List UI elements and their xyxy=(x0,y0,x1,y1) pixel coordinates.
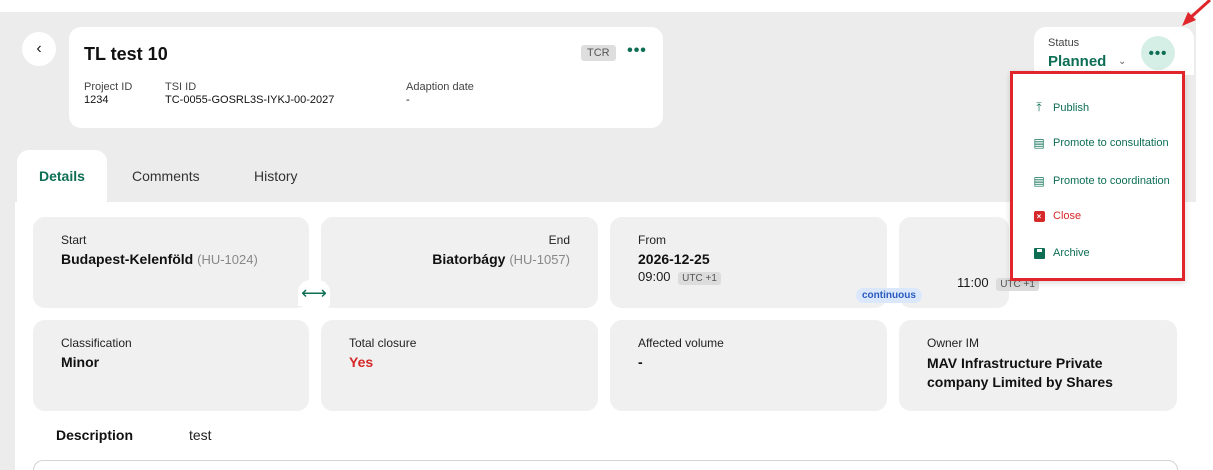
chevron-left-icon: ‹ xyxy=(36,40,42,57)
classification-value: Minor xyxy=(61,354,100,370)
start-value: Budapest-Kelenföld (HU-1024) xyxy=(61,251,281,267)
end-value: Biatorbágy (HU-1057) xyxy=(349,251,570,267)
menu-item-label: Close xyxy=(1053,210,1082,222)
menu-item-archive[interactable]: Archive xyxy=(1033,247,1090,259)
end-label: End xyxy=(548,233,570,247)
route-arrow-icon: ⟷ xyxy=(298,280,330,306)
start-code: (HU-1024) xyxy=(197,252,258,267)
total-closure-value: Yes xyxy=(349,354,374,370)
from-time-row: 09:00 UTC +1 xyxy=(638,269,859,285)
start-label: Start xyxy=(61,233,87,247)
menu-item-label: Publish xyxy=(1053,101,1090,114)
description-value: test xyxy=(189,427,212,443)
from-time: 09:00 xyxy=(638,269,671,284)
project-id-value: 1234 xyxy=(84,94,109,106)
affected-volume-card: Affected volume - xyxy=(610,320,887,411)
tsi-id-value: TC-0055-GOSRL3S-IYKJ-00-2027 xyxy=(165,94,335,106)
adaption-date-field: Adaption date - xyxy=(406,81,474,107)
from-date: 2026-12-25 xyxy=(638,251,710,267)
tab-history[interactable]: History xyxy=(232,150,320,202)
adaption-date-value: - xyxy=(406,94,410,106)
menu-item-close[interactable]: × Close xyxy=(1033,210,1081,222)
annotation-arrow-icon xyxy=(1182,0,1212,26)
project-id-label: Project ID xyxy=(84,81,133,93)
description-box xyxy=(33,460,1178,470)
chevron-down-icon[interactable]: ⌄ xyxy=(1118,56,1126,67)
document-icon: ▤ xyxy=(1033,136,1045,150)
status-more-button[interactable]: ••• xyxy=(1141,36,1175,70)
menu-item-promote-coordination[interactable]: ▤ Promote to coordination xyxy=(1033,174,1170,188)
page-title: TL test 10 xyxy=(84,44,168,64)
menu-item-label: Promote to consultation xyxy=(1053,137,1169,149)
description-label: Description xyxy=(56,427,134,443)
tsi-id-field: TSI ID TC-0055-GOSRL3S-IYKJ-00-2027 xyxy=(165,81,334,107)
to-time: 11:00 xyxy=(957,275,989,290)
end-card: End Biatorbágy (HU-1057) xyxy=(321,217,598,308)
header-card: TL test 10 TCR ••• Project ID 1234 TSI I… xyxy=(69,27,663,128)
adaption-date-label: Adaption date xyxy=(406,81,474,93)
header-more-button[interactable]: ••• xyxy=(625,39,649,63)
classification-label: Classification xyxy=(61,336,132,350)
menu-item-label: Archive xyxy=(1053,247,1090,259)
archive-icon xyxy=(1033,247,1045,259)
menu-item-promote-consultation[interactable]: ▤ Promote to consultation xyxy=(1033,136,1169,150)
end-station: Biatorbágy xyxy=(432,251,506,267)
continuous-badge: continuous xyxy=(856,288,922,303)
total-closure-label: Total closure xyxy=(349,336,417,350)
from-timezone-badge: UTC +1 xyxy=(678,272,721,285)
document-icon: ▤ xyxy=(1033,174,1045,188)
affected-volume-value: - xyxy=(638,354,643,370)
start-card: Start Budapest-Kelenföld (HU-1024) xyxy=(33,217,309,308)
start-station: Budapest-Kelenföld xyxy=(61,251,194,267)
status-value[interactable]: Planned xyxy=(1048,53,1106,70)
menu-item-label: Promote to coordination xyxy=(1053,175,1170,187)
end-code: (HU-1057) xyxy=(509,252,570,267)
owner-im-card: Owner IM MAV Infrastructure Private comp… xyxy=(899,320,1177,411)
upload-icon: ⤒ xyxy=(1036,100,1042,114)
tcr-badge: TCR xyxy=(581,45,616,61)
status-label: Status xyxy=(1048,37,1080,49)
menu-item-publish[interactable]: ⤒ Publish xyxy=(1033,100,1089,115)
owner-im-value: MAV Infrastructure Private company Limit… xyxy=(927,355,1113,390)
status-actions-menu: ⤒ Publish ▤ Promote to consultation ▤ Pr… xyxy=(1010,71,1185,281)
back-button[interactable]: ‹ xyxy=(22,32,56,66)
from-label: From xyxy=(638,233,666,247)
from-card: From 2026-12-25 09:00 UTC +1 xyxy=(610,217,887,308)
classification-card: Classification Minor xyxy=(33,320,309,411)
tab-details[interactable]: Details xyxy=(17,150,107,202)
total-closure-card: Total closure Yes xyxy=(321,320,598,411)
owner-im-label: Owner IM xyxy=(927,336,980,350)
affected-volume-label: Affected volume xyxy=(638,336,724,350)
close-icon: × xyxy=(1033,210,1045,222)
tab-comments[interactable]: Comments xyxy=(110,150,222,202)
project-id-field: Project ID 1234 xyxy=(84,81,132,107)
tsi-id-label: TSI ID xyxy=(165,81,197,93)
